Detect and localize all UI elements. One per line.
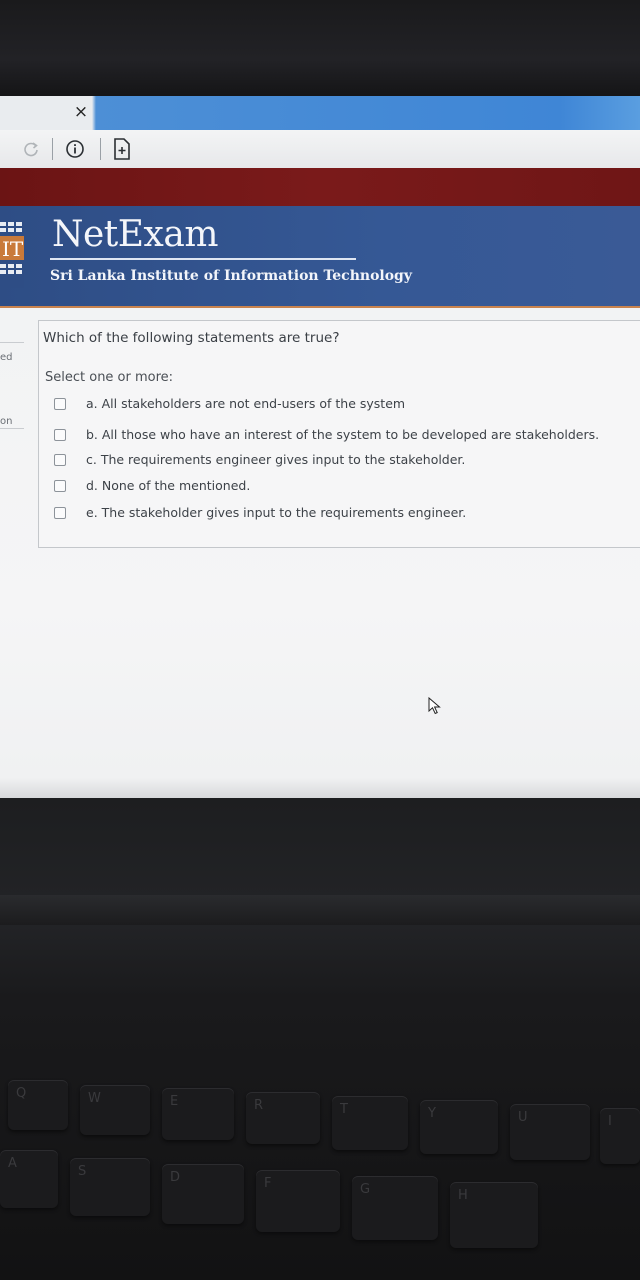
keyboard-key: G (352, 1176, 438, 1240)
key-label: F (264, 1176, 272, 1191)
keyboard-key: I (600, 1108, 640, 1164)
brand-divider (50, 258, 356, 260)
keyboard-key: A (0, 1150, 58, 1208)
option-label: b. All those who have an interest of the… (86, 427, 600, 442)
checkbox[interactable] (54, 454, 66, 466)
sidebar-fragment: ed (0, 352, 13, 363)
keyboard-key: U (510, 1104, 590, 1160)
key-label: G (360, 1182, 371, 1197)
reload-icon[interactable] (22, 140, 40, 158)
logo-text: IT (2, 237, 24, 261)
key-label: D (170, 1170, 181, 1185)
checkbox[interactable] (54, 398, 66, 410)
tab-strip (0, 96, 640, 130)
mouse-cursor-icon (428, 697, 441, 715)
checkbox[interactable] (54, 480, 66, 492)
tab-close-button[interactable]: × (70, 101, 92, 123)
laptop-hinge (0, 895, 640, 925)
keyboard-key: D (162, 1164, 244, 1224)
page-icon[interactable] (113, 138, 131, 160)
key-label: H (458, 1188, 468, 1203)
keyboard-key: T (332, 1096, 408, 1150)
question-prompt: Select one or more: (45, 370, 174, 385)
answer-option-c[interactable]: c. The requirements engineer gives input… (54, 452, 634, 470)
keyboard-key: E (162, 1088, 234, 1140)
toolbar-separator (52, 138, 53, 160)
key-label: R (254, 1098, 264, 1113)
option-label: e. The stakeholder gives input to the re… (86, 505, 467, 520)
answer-option-e[interactable]: e. The stakeholder gives input to the re… (54, 505, 634, 523)
keyboard-key: Q (8, 1080, 68, 1130)
brand-title: NetExam (52, 214, 218, 255)
info-icon[interactable] (65, 139, 85, 159)
option-label: d. None of the mentioned. (86, 478, 251, 493)
photo-frame: × IT NetExam Sri Lanka Institute of Info… (0, 0, 640, 1280)
key-label: S (78, 1164, 87, 1179)
checkbox[interactable] (54, 507, 66, 519)
answer-option-d[interactable]: d. None of the mentioned. (54, 478, 634, 496)
keyboard-key: R (246, 1092, 320, 1144)
sidebar-divider (0, 342, 24, 343)
option-label: a. All stakeholders are not end-users of… (86, 396, 406, 411)
keyboard-key: H (450, 1182, 538, 1248)
key-label: W (88, 1091, 101, 1106)
question-text: Which of the following statements are tr… (43, 330, 340, 346)
sidebar-divider (0, 428, 24, 429)
checkbox[interactable] (54, 429, 66, 441)
keyboard-key: W (80, 1085, 150, 1135)
key-label: A (8, 1156, 17, 1171)
key-label: Q (16, 1086, 27, 1101)
key-label: I (608, 1114, 612, 1129)
sidebar-fragment: on (0, 416, 13, 427)
option-label: c. The requirements engineer gives input… (86, 452, 466, 467)
brand-subtitle: Sri Lanka Institute of Information Techn… (50, 268, 412, 284)
toolbar-separator (100, 138, 101, 160)
keyboard-key: Y (420, 1100, 498, 1154)
key-label: T (340, 1102, 348, 1117)
answer-option-b[interactable]: b. All those who have an interest of the… (54, 427, 634, 445)
institute-logo: IT (0, 220, 24, 288)
browser-toolbar (0, 130, 640, 168)
keyboard-key: F (256, 1170, 340, 1232)
key-label: E (170, 1094, 179, 1109)
top-banner-bar (0, 168, 640, 206)
key-label: Y (428, 1106, 436, 1121)
answer-option-a[interactable]: a. All stakeholders are not end-users of… (54, 396, 634, 414)
keyboard-key: S (70, 1158, 150, 1216)
key-label: U (518, 1110, 528, 1125)
